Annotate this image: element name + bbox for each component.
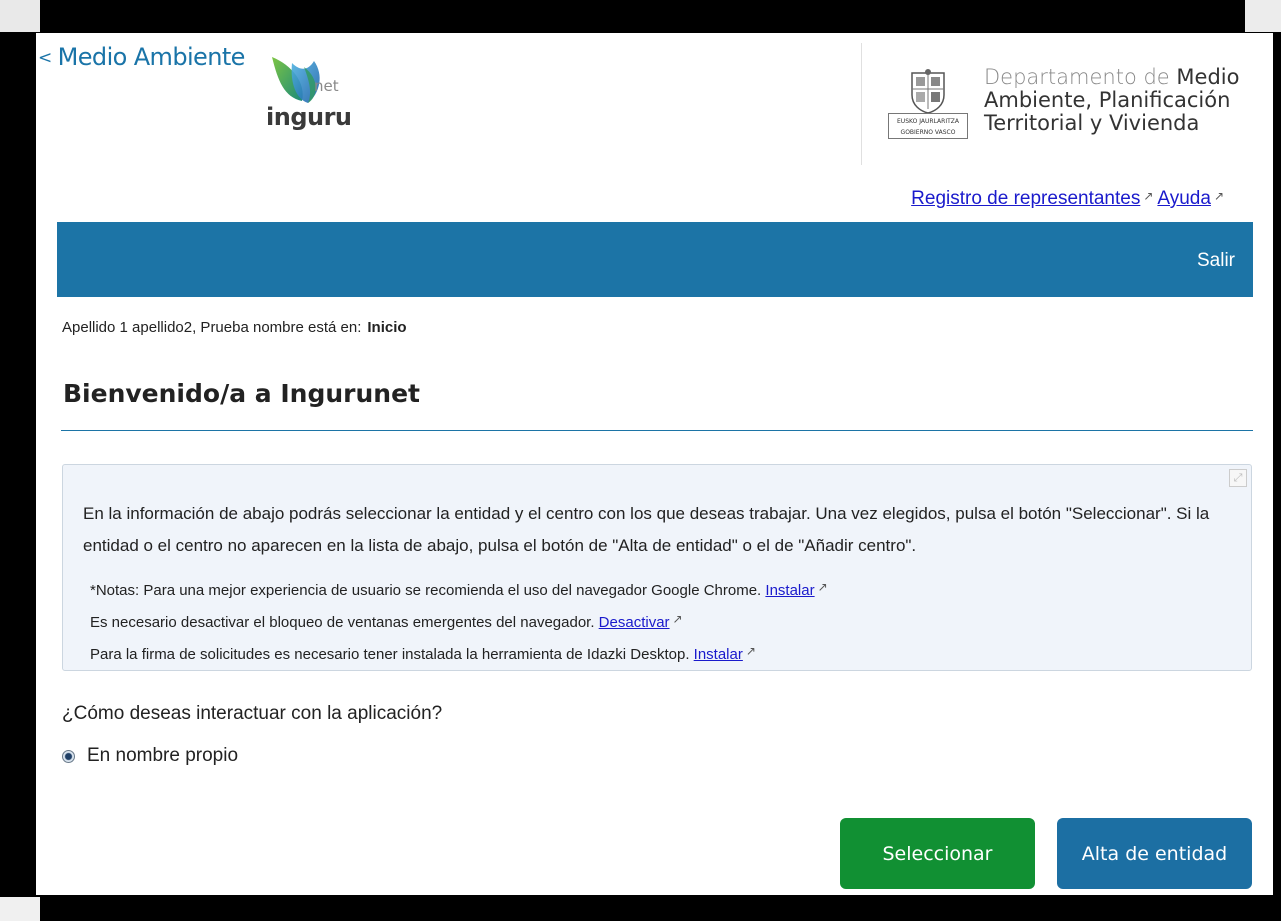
dept-title-line: Territorial y Vivienda: [984, 111, 1200, 135]
ayuda-link[interactable]: Ayuda: [1157, 188, 1211, 209]
navbar: Salir: [57, 222, 1253, 297]
radio-checked-icon[interactable]: [62, 749, 75, 763]
seleccionar-button[interactable]: Seleccionar: [840, 818, 1035, 889]
radio-en-nombre-propio[interactable]: En nombre propio: [62, 745, 238, 767]
external-link-icon: ↗: [1213, 189, 1224, 203]
emblem-label-line: GOBIERNO VASCO: [900, 129, 956, 136]
dept-title-light: Departamento de: [984, 65, 1170, 89]
top-links: Registro de representantes ↗ Ayuda ↗: [911, 188, 1228, 210]
back-link-label: Medio Ambiente: [57, 43, 246, 71]
external-link-icon: ↗: [672, 612, 683, 626]
background-corner: [0, 0, 40, 32]
breadcrumb-prefix: Apellido 1 apellido2, Prueba nombre está…: [62, 319, 362, 336]
background-corner: [1245, 0, 1281, 32]
breadcrumb-current: Inicio: [367, 319, 407, 336]
install-chrome-link[interactable]: Instalar: [765, 582, 814, 599]
emblem-label-line: EUSKO JAURLARITZA: [897, 118, 959, 125]
install-idazki-link[interactable]: Instalar: [694, 646, 743, 663]
coat-of-arms-icon: [911, 69, 945, 114]
expand-icon[interactable]: ⤢: [1229, 469, 1247, 487]
interaction-question: ¿Cómo deseas interactuar con la aplicaci…: [62, 703, 443, 724]
logo-suffix: net: [314, 77, 339, 95]
note-text: *Notas: Para una mejor experiencia de us…: [90, 582, 762, 599]
logo-text: inguru: [266, 103, 352, 131]
alta-entidad-button[interactable]: Alta de entidad: [1057, 818, 1252, 889]
deactivate-popups-link[interactable]: Desactivar: [599, 614, 670, 631]
gobierno-vasco-emblem: EUSKO JAURLARITZA GOBIERNO VASCO: [888, 69, 968, 141]
external-link-icon: ↗: [817, 580, 828, 594]
radio-label: En nombre propio: [87, 745, 239, 766]
breadcrumb: Apellido 1 apellido2, Prueba nombre está…: [62, 319, 407, 336]
back-link-medio-ambiente[interactable]: < Medio Ambiente: [38, 43, 245, 71]
note-row: Para la firma de solicitudes es necesari…: [90, 637, 832, 669]
note-text: Es necesario desactivar el bloqueo de ve…: [90, 614, 595, 631]
emblem-label: EUSKO JAURLARITZA GOBIERNO VASCO: [888, 113, 968, 139]
info-main-text: En la información de abajo podrás selecc…: [83, 504, 1210, 555]
info-panel: ⤢ En la información de abajo podrás sele…: [62, 464, 1252, 671]
logout-link[interactable]: Salir: [1197, 250, 1235, 272]
page-title: Bienvenido/a a Ingurunet: [63, 379, 420, 408]
chevron-left-icon: <: [38, 48, 52, 68]
header-divider: [861, 43, 862, 165]
background-corner: [0, 897, 40, 921]
page-frame: < Medio Ambiente net inguru EUSKO JAURLA…: [36, 33, 1273, 895]
note-text: Para la firma de solicitudes es necesari…: [90, 646, 690, 663]
external-link-icon: ↗: [745, 644, 756, 658]
note-row: Es necesario desactivar el bloqueo de ve…: [90, 605, 832, 637]
department-title: Departamento de Medio Ambiente, Planific…: [984, 66, 1264, 135]
title-divider: [61, 430, 1253, 431]
registro-representantes-link[interactable]: Registro de representantes: [911, 188, 1140, 209]
external-link-icon: ↗: [1143, 189, 1154, 203]
info-notes: *Notas: Para una mejor experiencia de us…: [90, 573, 832, 669]
note-row: *Notas: Para una mejor experiencia de us…: [90, 573, 832, 605]
dept-title-strong: Medio: [1176, 65, 1240, 89]
dept-title-line: Ambiente, Planificación: [984, 88, 1231, 112]
